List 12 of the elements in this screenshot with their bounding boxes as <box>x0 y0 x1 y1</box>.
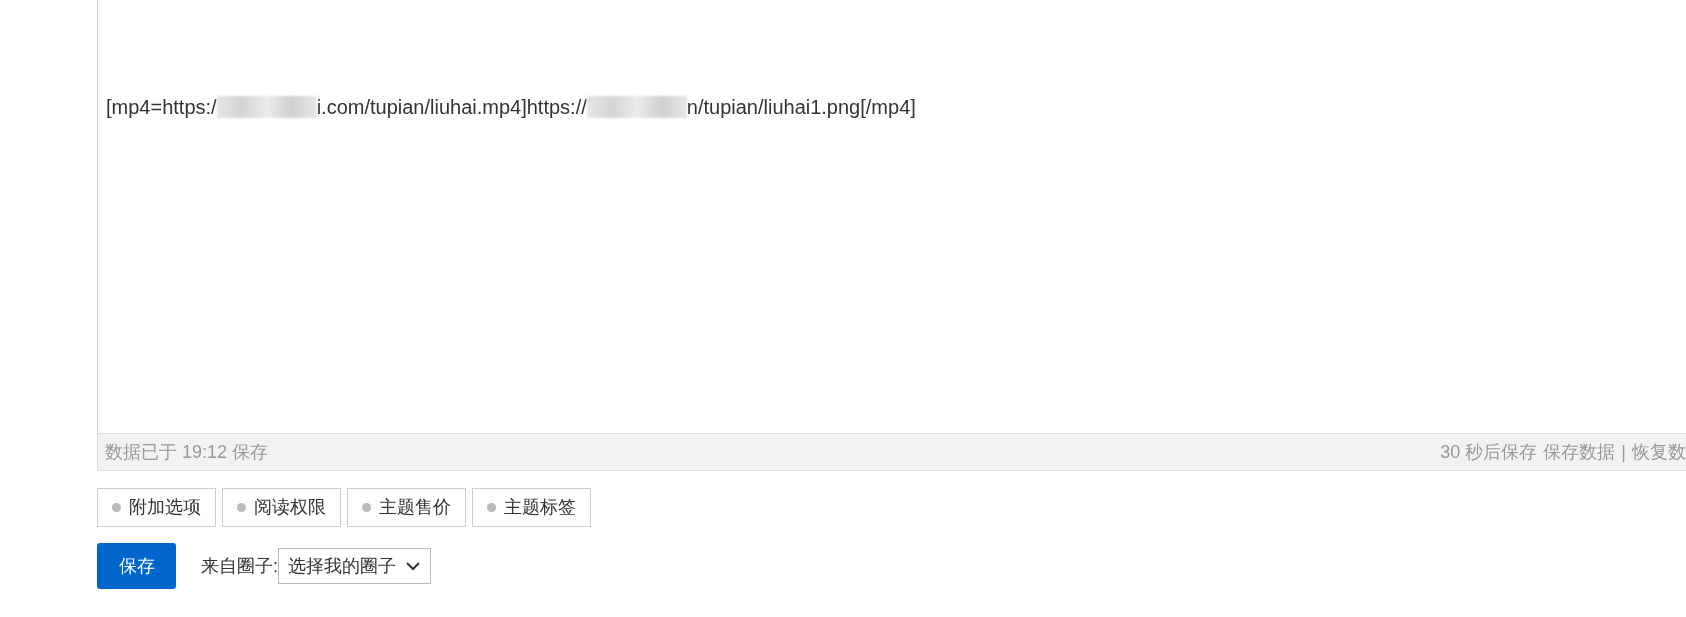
save-button[interactable]: 保存 <box>97 543 176 589</box>
option-tab[interactable]: 主题售价 <box>347 488 466 527</box>
option-tab[interactable]: 阅读权限 <box>222 488 341 527</box>
option-tab[interactable]: 附加选项 <box>97 488 216 527</box>
countdown-text: 30 秒后保存 <box>1440 440 1538 464</box>
option-tab[interactable]: 主题标签 <box>472 488 591 527</box>
editor-text: [mp4=https:/ i.com/tupian/liuhai.mp4]https:// n/tupian/liuhai1.png[/mp4] <box>106 95 916 120</box>
save-status-text: 数据已于 19:12 保存 <box>105 440 269 464</box>
circle-label: 来自圈子: <box>201 554 278 578</box>
chevron-down-icon <box>406 561 420 571</box>
separator-text: | <box>1621 440 1626 464</box>
circle-select[interactable]: 选择我的圈子 <box>278 548 431 584</box>
